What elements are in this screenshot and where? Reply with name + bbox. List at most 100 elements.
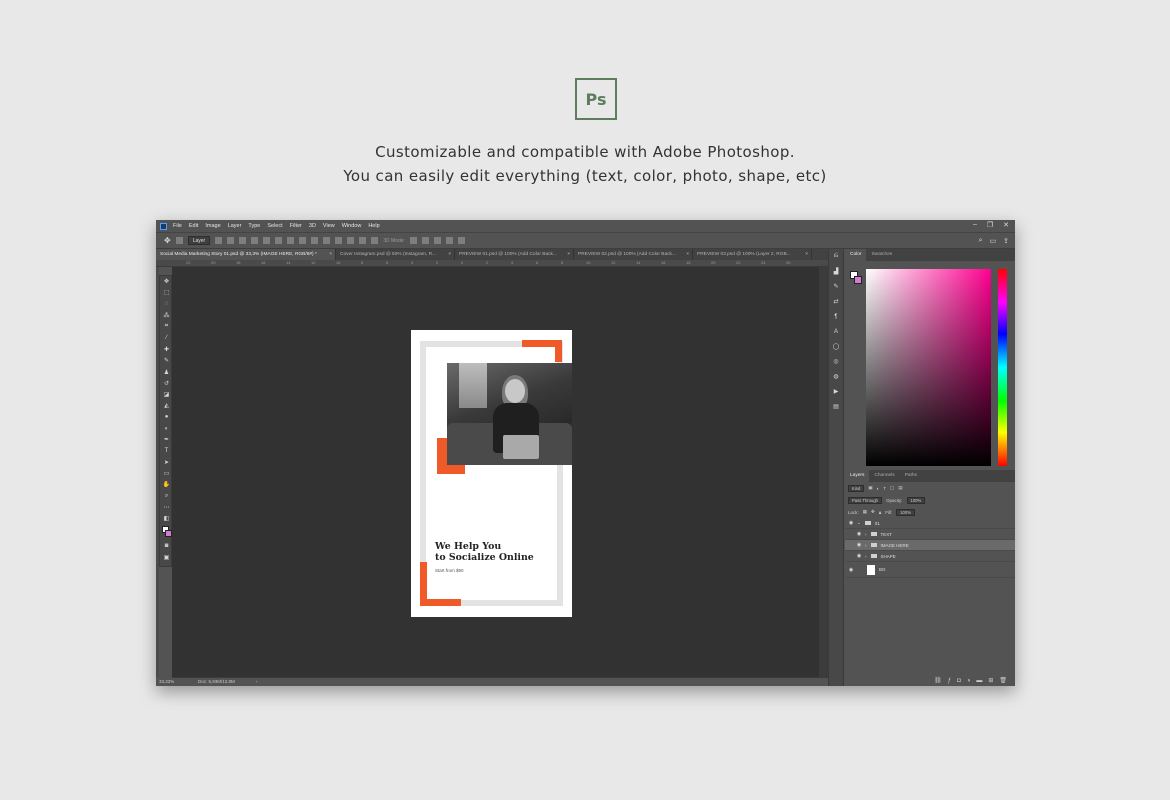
layer-style-icon[interactable]: ƒ bbox=[948, 678, 951, 684]
brush-tool-icon[interactable]: ✎ bbox=[160, 355, 173, 366]
close-tab-icon[interactable]: × bbox=[329, 249, 332, 260]
close-window-button[interactable]: ✕ bbox=[1003, 221, 1009, 229]
distribute-middle-icon[interactable] bbox=[311, 237, 319, 244]
more-tools-icon[interactable]: ⋯ bbox=[160, 502, 173, 513]
background-color-swatch[interactable] bbox=[165, 529, 172, 537]
align-bottom-icon[interactable] bbox=[251, 237, 259, 244]
layer-group-image-here[interactable]: ◉ › IMAGE HERE bbox=[845, 540, 1015, 551]
tab-paths[interactable]: Paths bbox=[900, 470, 922, 482]
3d-slide-icon[interactable] bbox=[445, 237, 453, 244]
tab-social-media-story[interactable]: Social Media Marketing Story 01.psd @ 33… bbox=[156, 249, 336, 260]
add-mask-icon[interactable]: ◘ bbox=[957, 678, 961, 684]
align-left-icon[interactable] bbox=[263, 237, 271, 244]
visibility-eye-icon[interactable]: ◉ bbox=[853, 531, 865, 537]
close-tab-icon[interactable]: × bbox=[448, 249, 451, 260]
lock-all-icon[interactable]: 🔒︎ bbox=[879, 510, 881, 515]
distribute-center-icon[interactable] bbox=[347, 237, 355, 244]
crop-tool-icon[interactable]: ⌗ bbox=[160, 321, 173, 332]
adjustments-panel-icon[interactable]: ⇄ bbox=[829, 294, 843, 309]
align-middle-icon[interactable] bbox=[239, 237, 247, 244]
delete-layer-icon[interactable]: 🗑︎ bbox=[999, 677, 1007, 684]
brush-panel-icon[interactable]: ✎ bbox=[829, 279, 843, 294]
menu-edit[interactable]: Edit bbox=[189, 223, 198, 229]
zoom-level[interactable]: 33,33% bbox=[159, 678, 174, 686]
3d-roll-icon[interactable] bbox=[421, 237, 429, 244]
menu-window[interactable]: Window bbox=[342, 223, 362, 229]
info-panel-icon[interactable]: ◯ bbox=[829, 339, 843, 354]
menu-filter[interactable]: Filter bbox=[290, 223, 302, 229]
3d-orbit-icon[interactable] bbox=[409, 237, 417, 244]
distribute-top-icon[interactable] bbox=[299, 237, 307, 244]
filter-type-icon[interactable]: T bbox=[883, 486, 886, 491]
tab-cover-instagram[interactable]: Cover Instagram.psd @ 50% (Instagram, R.… bbox=[336, 249, 455, 260]
tab-preview-02[interactable]: PREVIEW 02.psd @ 100% (Add Color Back...… bbox=[574, 249, 693, 260]
auto-select-checkbox-icon[interactable] bbox=[175, 237, 183, 244]
tab-color[interactable]: Color bbox=[845, 249, 867, 261]
lock-position-icon[interactable]: ✥ bbox=[871, 509, 875, 515]
filter-adjustment-icon[interactable]: ◐ bbox=[877, 486, 880, 491]
zoom-tool-icon[interactable]: ⌕ bbox=[160, 491, 173, 502]
expand-chevron-icon[interactable]: › bbox=[865, 554, 867, 559]
link-layers-icon[interactable]: ⛓︎ bbox=[934, 677, 942, 684]
share-icon[interactable]: ⇪ bbox=[1003, 237, 1009, 245]
tab-preview-03[interactable]: PREVIEW 03.psd @ 100% (Layer 2, RGB... × bbox=[693, 249, 812, 260]
distribute-bottom-icon[interactable] bbox=[323, 237, 331, 244]
menu-3d[interactable]: 3D bbox=[309, 223, 316, 229]
hue-slider[interactable] bbox=[998, 269, 1007, 466]
visibility-eye-icon[interactable]: ◉ bbox=[845, 567, 857, 573]
path-selection-tool-icon[interactable]: ➤ bbox=[160, 457, 173, 468]
document-canvas[interactable]: We Help You to Socialize Online Start fr… bbox=[411, 330, 572, 617]
adjustment-layer-icon[interactable]: ◑ bbox=[967, 678, 971, 684]
paint-bucket-tool-icon[interactable]: ◭ bbox=[160, 400, 173, 411]
quick-mask-icon[interactable]: ◙ bbox=[160, 541, 173, 552]
lasso-tool-icon[interactable]: ◌ bbox=[160, 299, 173, 310]
magic-wand-tool-icon[interactable]: ⁂ bbox=[160, 310, 173, 321]
horizontal-ruler[interactable]: 22 20 18 16 14 12 10 8 6 4 2 0 2 4 6 8 10 12 14 16 18 20 22 24 2… bbox=[156, 260, 828, 267]
align-right-icon[interactable] bbox=[287, 237, 295, 244]
close-tab-icon[interactable]: × bbox=[805, 249, 808, 260]
menu-view[interactable]: View bbox=[323, 223, 335, 229]
3d-scale-icon[interactable] bbox=[457, 237, 465, 244]
expand-chevron-icon[interactable]: ⌄ bbox=[857, 520, 861, 526]
visibility-eye-icon[interactable]: ◉ bbox=[853, 542, 865, 548]
filter-shape-icon[interactable]: ▢ bbox=[890, 485, 894, 491]
restore-button[interactable]: ❐ bbox=[987, 221, 993, 229]
menu-select[interactable]: Select bbox=[267, 223, 282, 229]
layer-group-text[interactable]: ◉ › TEXT bbox=[845, 529, 1015, 540]
menu-layer[interactable]: Layer bbox=[228, 223, 242, 229]
distribute-left-icon[interactable] bbox=[335, 237, 343, 244]
expand-chevron-icon[interactable]: › bbox=[865, 543, 867, 548]
status-menu-icon[interactable]: › bbox=[256, 678, 258, 686]
menu-type[interactable]: Type bbox=[248, 223, 260, 229]
libraries-panel-icon[interactable]: ▤ bbox=[829, 399, 843, 414]
vertical-scrollbar[interactable] bbox=[819, 267, 828, 677]
default-colors-icon[interactable]: ◧ bbox=[160, 513, 173, 524]
align-top-icon[interactable] bbox=[227, 237, 235, 244]
opacity-input[interactable]: 100% bbox=[906, 496, 926, 504]
3d-pan-icon[interactable] bbox=[433, 237, 441, 244]
move-tool-icon[interactable]: ✥ bbox=[164, 236, 171, 245]
close-tab-icon[interactable]: × bbox=[567, 249, 570, 260]
properties-panel-icon[interactable]: ◎ bbox=[829, 354, 843, 369]
history-brush-tool-icon[interactable]: ↺ bbox=[160, 378, 173, 389]
new-group-icon[interactable]: ▬ bbox=[976, 678, 982, 684]
menu-image[interactable]: Image bbox=[205, 223, 220, 229]
dodge-tool-icon[interactable]: ◐ bbox=[160, 423, 173, 434]
fill-input[interactable]: 100% bbox=[896, 508, 915, 516]
auto-select-target-dropdown[interactable]: Layer bbox=[187, 236, 211, 245]
menu-file[interactable]: File bbox=[173, 223, 182, 229]
tab-swatches[interactable]: Swatches bbox=[866, 249, 897, 261]
rectangle-tool-icon[interactable]: ▭ bbox=[160, 468, 173, 479]
move-tool-icon[interactable]: ✥ bbox=[160, 276, 173, 287]
lock-pixels-icon[interactable]: ▦ bbox=[863, 509, 867, 515]
new-layer-icon[interactable]: ⊞ bbox=[988, 677, 993, 684]
screen-mode-icon[interactable]: ▣ bbox=[160, 552, 173, 563]
layer-group-01[interactable]: ◉ ⌄ 01 bbox=[845, 518, 1015, 529]
filter-smart-object-icon[interactable]: ▤ bbox=[898, 485, 902, 491]
actions-panel-icon[interactable]: ▶ bbox=[829, 384, 843, 399]
marquee-tool-icon[interactable]: ⬚ bbox=[160, 287, 173, 298]
eyedropper-tool-icon[interactable]: ⁄ bbox=[160, 332, 173, 343]
visibility-eye-icon[interactable]: ◉ bbox=[853, 553, 865, 559]
healing-brush-tool-icon[interactable]: ✚ bbox=[160, 344, 173, 355]
layer-bg[interactable]: ◉ BG bbox=[845, 562, 1015, 578]
